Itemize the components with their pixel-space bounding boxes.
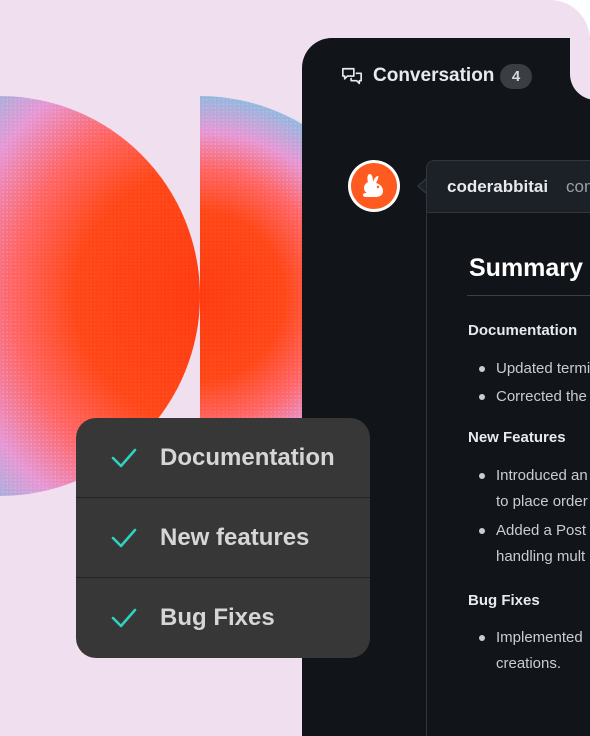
comment-author[interactable]: coderabbitai — [447, 177, 548, 197]
bullet — [479, 635, 485, 641]
conversation-icon — [342, 67, 362, 85]
checklist-label: New features — [160, 524, 310, 551]
list-item: Introduced an — [496, 467, 588, 484]
section-heading-documentation: Documentation — [468, 322, 578, 339]
list-item: Updated terminology — [496, 360, 590, 377]
list-item: creations. — [496, 655, 562, 672]
checkmark-icon — [111, 608, 137, 628]
rabbit-icon — [363, 174, 383, 197]
panel-notch — [570, 38, 590, 100]
list-item: handling mult — [496, 548, 586, 565]
section-heading-new-features: New Features — [468, 429, 566, 446]
checklist-item-bug-fixes: Bug Fixes — [76, 578, 370, 658]
conversation-count-badge: 4 — [500, 64, 532, 89]
comment-header: coderabbitai commented — [426, 160, 590, 213]
bullet — [479, 473, 485, 479]
checklist-item-documentation: Documentation — [76, 418, 370, 498]
avatar[interactable] — [348, 160, 400, 212]
checkmark-icon — [111, 528, 137, 548]
checklist-card: Documentation New features Bug Fixes — [76, 418, 370, 658]
summary-title: Summary — [469, 254, 583, 282]
list-item: to place order — [496, 493, 588, 510]
hero-illustration: Conversation 4 coderabbitai commented Su… — [0, 0, 590, 736]
checklist-item-new-features: New features — [76, 498, 370, 578]
conversation-tab-label: Conversation — [373, 65, 495, 86]
bullet — [479, 394, 485, 400]
divider — [467, 295, 590, 296]
comment-body: Summary Documentation Updated terminolog… — [426, 212, 590, 736]
conversation-tab[interactable]: Conversation 4 — [302, 38, 570, 118]
comment-action: commented — [566, 177, 590, 196]
section-heading-bug-fixes: Bug Fixes — [468, 592, 540, 609]
bullet — [479, 366, 485, 372]
checkmark-icon — [111, 448, 137, 468]
checklist-label: Bug Fixes — [160, 604, 275, 631]
list-item: Implemented — [496, 629, 583, 646]
checklist-label: Documentation — [160, 444, 335, 471]
bullet — [479, 528, 485, 534]
list-item: Corrected the — [496, 388, 587, 405]
list-item: Added a Post — [496, 522, 587, 539]
